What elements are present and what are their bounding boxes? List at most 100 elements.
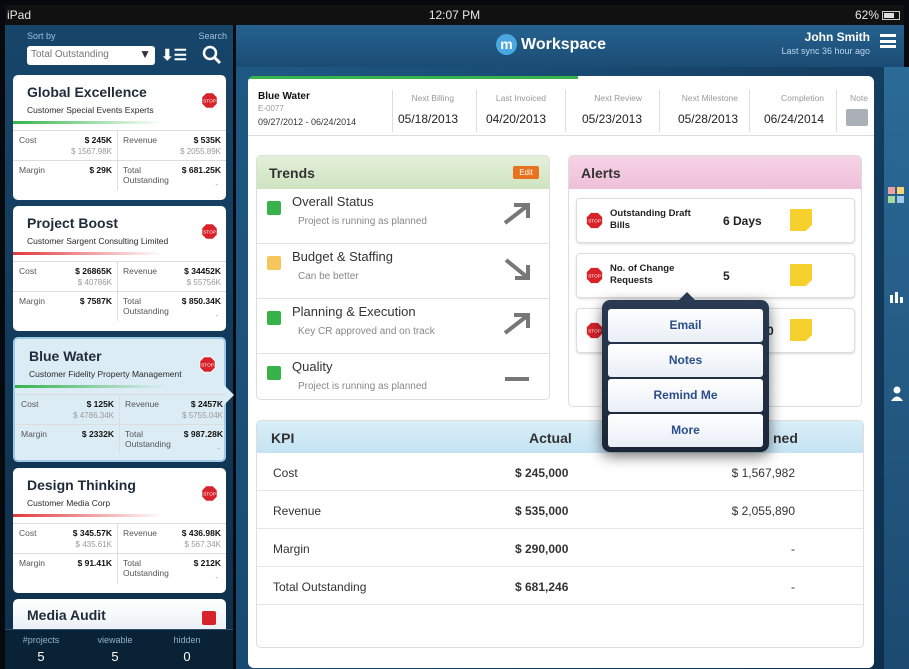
- project-title: Blue Water: [258, 91, 310, 102]
- edit-button[interactable]: Edit: [513, 166, 539, 179]
- svg-text:STOP: STOP: [203, 492, 216, 497]
- alert-text: No. of Change Requests: [610, 263, 675, 286]
- revenue-label: Revenue: [123, 528, 158, 538]
- status-bar-indicator: [13, 121, 163, 124]
- battery-indicator: 62%: [855, 8, 900, 22]
- alert-item[interactable]: STOP No. of Change Requests 5: [576, 253, 855, 298]
- project-name: Blue Water: [29, 348, 102, 364]
- battery-icon: [882, 11, 900, 20]
- revenue-label: Revenue: [125, 399, 160, 409]
- svg-text:STOP: STOP: [203, 99, 216, 104]
- project-card[interactable]: Global Excellence Customer Special Event…: [13, 75, 226, 200]
- revenue-value: $ 535K: [193, 135, 221, 145]
- selection-pointer: [224, 385, 234, 405]
- person-icon[interactable]: [889, 385, 905, 401]
- dash: -: [215, 180, 218, 189]
- trend-item[interactable]: Planning & Execution Key CR approved and…: [257, 299, 549, 354]
- hamburger-menu-icon[interactable]: [880, 34, 896, 48]
- cost-planned: $ 1567.98K: [71, 147, 112, 156]
- trend-down-arrow-icon: [504, 258, 530, 280]
- trend-name: Planning & Execution: [292, 304, 416, 319]
- project-card[interactable]: Design Thinking Customer Media Corp STOP…: [13, 468, 226, 593]
- email-button[interactable]: Email: [608, 309, 763, 342]
- more-button[interactable]: More: [608, 414, 763, 447]
- note-icon[interactable]: [790, 209, 812, 231]
- cost-value: $ 245K: [84, 135, 112, 145]
- cost-revenue-row: Cost $ 26865K $ 40786K Revenue $ 34452K …: [13, 261, 226, 291]
- project-card[interactable]: Project Boost Customer Sargent Consultin…: [13, 206, 226, 331]
- search-icon[interactable]: [201, 44, 223, 66]
- margin-outstanding-row: Margin $ 7587K Total Outstanding $ 850.34…: [13, 291, 226, 321]
- trend-desc: Key CR approved and on track: [298, 326, 435, 337]
- actual-col-header: Actual: [529, 430, 572, 446]
- svg-text:STOP: STOP: [588, 274, 601, 279]
- stat-hidden: hidden 0: [173, 635, 201, 664]
- grid-icon[interactable]: [888, 187, 904, 203]
- margin-label: Margin: [19, 558, 45, 568]
- status-square: [267, 256, 281, 270]
- sort-descending-icon[interactable]: ⬇☰: [161, 46, 189, 66]
- sort-value: Total Outstanding: [31, 49, 109, 60]
- project-customer: Customer Sargent Consulting Limited: [27, 236, 169, 246]
- project-card-selected[interactable]: Blue Water Customer Fidelity Property Ma…: [13, 337, 226, 462]
- total-outstanding-value: $ 850.34K: [181, 296, 221, 306]
- next-milestone: Next Milestone 05/28/2013: [677, 93, 738, 126]
- cost-value: $ 26865K: [75, 266, 112, 276]
- status-bar-indicator: [13, 514, 163, 517]
- margin-value: $ 2332K: [81, 429, 114, 439]
- sort-select[interactable]: Total Outstanding ▼: [27, 46, 155, 65]
- project-name: Global Excellence: [27, 84, 147, 100]
- kpi-col-header: KPI: [271, 430, 295, 446]
- margin-value: $ 91.41K: [77, 558, 113, 568]
- app-logo: m Workspace: [496, 34, 606, 55]
- svg-text:STOP: STOP: [201, 363, 214, 368]
- stat-projects: #projects 5: [22, 635, 60, 664]
- dash: -: [215, 573, 218, 582]
- dash: -: [217, 444, 220, 453]
- status-bar-indicator: [13, 252, 163, 255]
- notes-button[interactable]: Notes: [608, 344, 763, 377]
- cost-label: Cost: [19, 528, 37, 538]
- trends-header: Trends Edit: [257, 156, 549, 189]
- ipad-frame: iPad 12:07 PM 62% Sort by Search Total O…: [0, 0, 909, 669]
- last-invoiced: Last Invoiced 04/20/2013: [485, 93, 546, 126]
- project-name: Project Boost: [27, 215, 119, 231]
- kpi-row: Total Outstanding $ 681,246 -: [257, 567, 863, 605]
- status-square: [267, 366, 281, 380]
- total-outstanding-label: Total Outstanding: [123, 296, 169, 316]
- revenue-planned: $ 2055.89K: [180, 147, 221, 156]
- trend-item[interactable]: Overall Status Project is running as pla…: [257, 189, 549, 244]
- note-icon[interactable]: [846, 109, 868, 126]
- note-icon[interactable]: [790, 264, 812, 286]
- project-customer: Customer Media Corp: [27, 498, 111, 508]
- alert-item[interactable]: STOP Outstanding Draft Bills 6 Days: [576, 198, 855, 243]
- project-customer: Customer Fidelity Property Management: [29, 369, 182, 379]
- remind-me-button[interactable]: Remind Me: [608, 379, 763, 412]
- project-stats: #projects 5 viewable 5 hidden 0: [5, 629, 233, 669]
- cost-planned: $ 40786K: [77, 278, 112, 287]
- trend-up-arrow-icon: [503, 203, 530, 225]
- next-review: Next Review 05/23/2013: [581, 93, 642, 126]
- project-dates: 09/27/2012 - 06/24/2014: [258, 117, 357, 127]
- stop-sign-icon: STOP: [199, 356, 216, 373]
- cost-revenue-row: Cost $ 245K $ 1567.98K Revenue $ 535K $ …: [13, 130, 226, 160]
- trends-title: Trends: [269, 165, 315, 181]
- app-title: Workspace: [521, 36, 607, 53]
- trend-flat-icon: [505, 377, 529, 381]
- revenue-value: $ 34452K: [184, 266, 221, 276]
- trend-item[interactable]: Quality Project is running as planned: [257, 354, 549, 399]
- margin-label: Margin: [19, 165, 45, 175]
- revenue-value: $ 2457K: [190, 399, 223, 409]
- user-info[interactable]: John Smith Last sync 36 hour ago: [781, 30, 870, 56]
- status-bar: iPad 12:07 PM 62%: [5, 5, 904, 25]
- total-outstanding-value: $ 681.25K: [181, 165, 221, 175]
- cost-label: Cost: [19, 266, 37, 276]
- note-icon[interactable]: [790, 319, 812, 341]
- revenue-planned: $ 55756K: [186, 278, 221, 287]
- trend-item[interactable]: Budget & Staffing Can be better: [257, 244, 549, 299]
- bar-chart-icon[interactable]: [889, 289, 905, 303]
- revenue-label: Revenue: [123, 266, 158, 276]
- trend-desc: Project is running as planned: [298, 216, 427, 227]
- kpi-row: Margin $ 290,000 -: [257, 529, 863, 567]
- stop-sign-icon: STOP: [586, 267, 603, 284]
